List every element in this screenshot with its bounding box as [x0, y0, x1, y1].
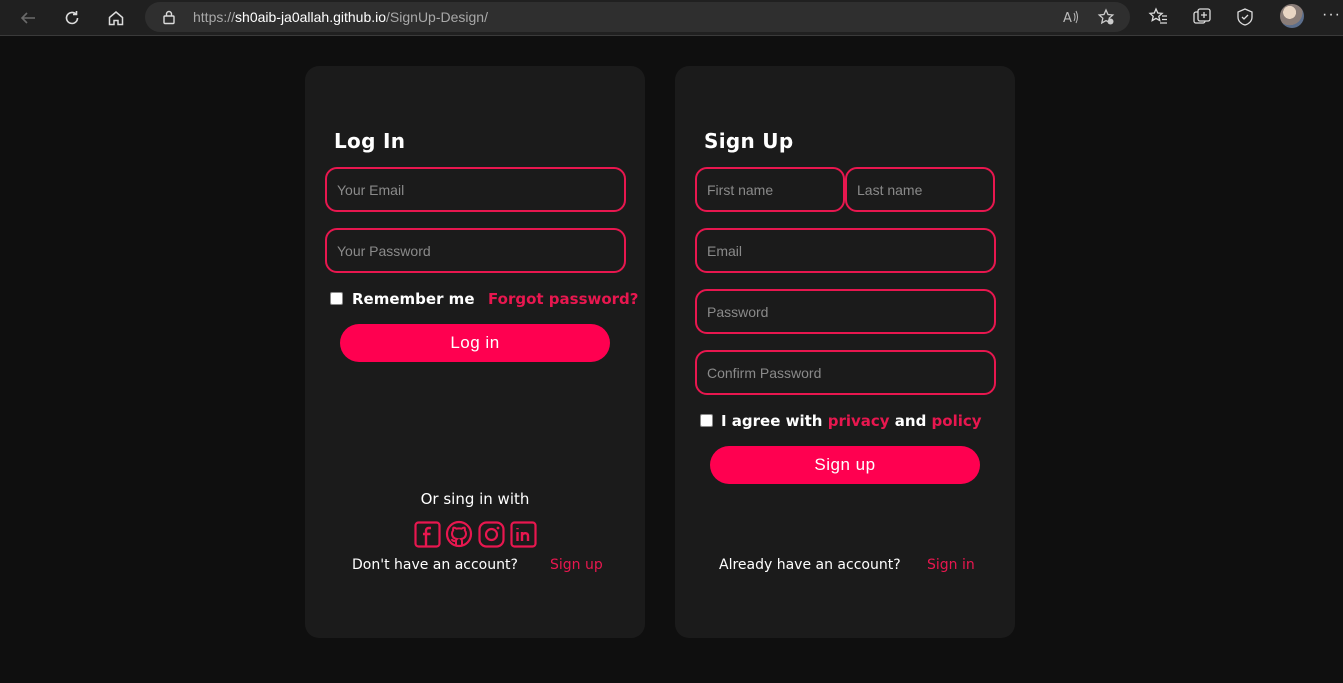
login-email-field[interactable]	[325, 167, 626, 212]
last-name-field[interactable]	[845, 167, 995, 212]
url-text: https://sh0aib-ja0allah.github.io/SignUp…	[193, 9, 488, 25]
refresh-button[interactable]	[59, 5, 85, 31]
forgot-password-link[interactable]: Forgot password?	[488, 290, 639, 308]
signup-title: Sign Up	[704, 129, 794, 153]
more-menu-icon[interactable]: ···	[1322, 6, 1341, 24]
signup-button[interactable]: Sign up	[710, 446, 980, 484]
browser-toolbar: https://sh0aib-ja0allah.github.io/SignUp…	[0, 0, 1343, 36]
lock-icon	[163, 10, 175, 25]
signup-email-field[interactable]	[695, 228, 996, 273]
signup-email-input[interactable]	[707, 230, 994, 271]
back-button[interactable]	[15, 5, 41, 31]
svg-text:A: A	[1063, 11, 1072, 26]
first-name-input[interactable]	[707, 169, 843, 210]
refresh-icon	[65, 11, 79, 25]
login-password-input[interactable]	[337, 230, 624, 271]
login-email-input[interactable]	[337, 169, 624, 210]
signin-link[interactable]: Sign in	[927, 557, 975, 573]
back-arrow-icon	[20, 12, 35, 24]
home-button[interactable]	[103, 5, 129, 31]
favorites-icon	[1148, 7, 1167, 24]
profile-avatar[interactable]	[1280, 4, 1304, 28]
agree-checkbox[interactable]	[700, 414, 713, 427]
login-card: Log In Remember me Forgot password? Log …	[305, 66, 645, 638]
home-icon	[108, 11, 124, 26]
signup-password-input[interactable]	[707, 291, 994, 332]
agree-label: I agree with privacy and policy	[721, 412, 982, 430]
address-bar[interactable]: https://sh0aib-ja0allah.github.io/SignUp…	[145, 2, 1130, 32]
privacy-link[interactable]: privacy	[828, 412, 890, 430]
add-favorite-icon[interactable]	[1097, 8, 1115, 26]
login-title: Log In	[334, 129, 406, 153]
remember-me-label: Remember me	[352, 290, 475, 308]
remember-me-checkbox[interactable]	[330, 292, 343, 305]
instagram-icon[interactable]	[477, 520, 505, 548]
have-account-text: Already have an account?	[719, 557, 901, 573]
collections-button[interactable]	[1191, 6, 1213, 28]
or-sign-in-text: Or sing in with	[420, 490, 530, 508]
login-button[interactable]: Log in	[340, 324, 610, 362]
signup-card: Sign Up I agree with privacy and policy …	[675, 66, 1015, 638]
policy-link[interactable]: policy	[932, 412, 982, 430]
first-name-field[interactable]	[695, 167, 845, 212]
signup-password-field[interactable]	[695, 289, 996, 334]
last-name-input[interactable]	[857, 169, 993, 210]
github-icon[interactable]	[445, 520, 473, 548]
confirm-password-field[interactable]	[695, 350, 996, 395]
social-icons	[413, 520, 537, 548]
read-aloud-icon[interactable]: A	[1062, 8, 1080, 26]
favorites-button[interactable]	[1147, 6, 1169, 28]
confirm-password-input[interactable]	[707, 352, 994, 393]
signup-link[interactable]: Sign up	[550, 557, 603, 573]
shield-heart-icon	[1237, 8, 1253, 26]
facebook-icon[interactable]	[413, 520, 441, 548]
collections-icon	[1193, 8, 1211, 24]
login-password-field[interactable]	[325, 228, 626, 273]
linkedin-icon[interactable]	[509, 520, 537, 548]
no-account-text: Don't have an account?	[352, 557, 518, 573]
browser-essentials-button[interactable]	[1234, 6, 1256, 28]
